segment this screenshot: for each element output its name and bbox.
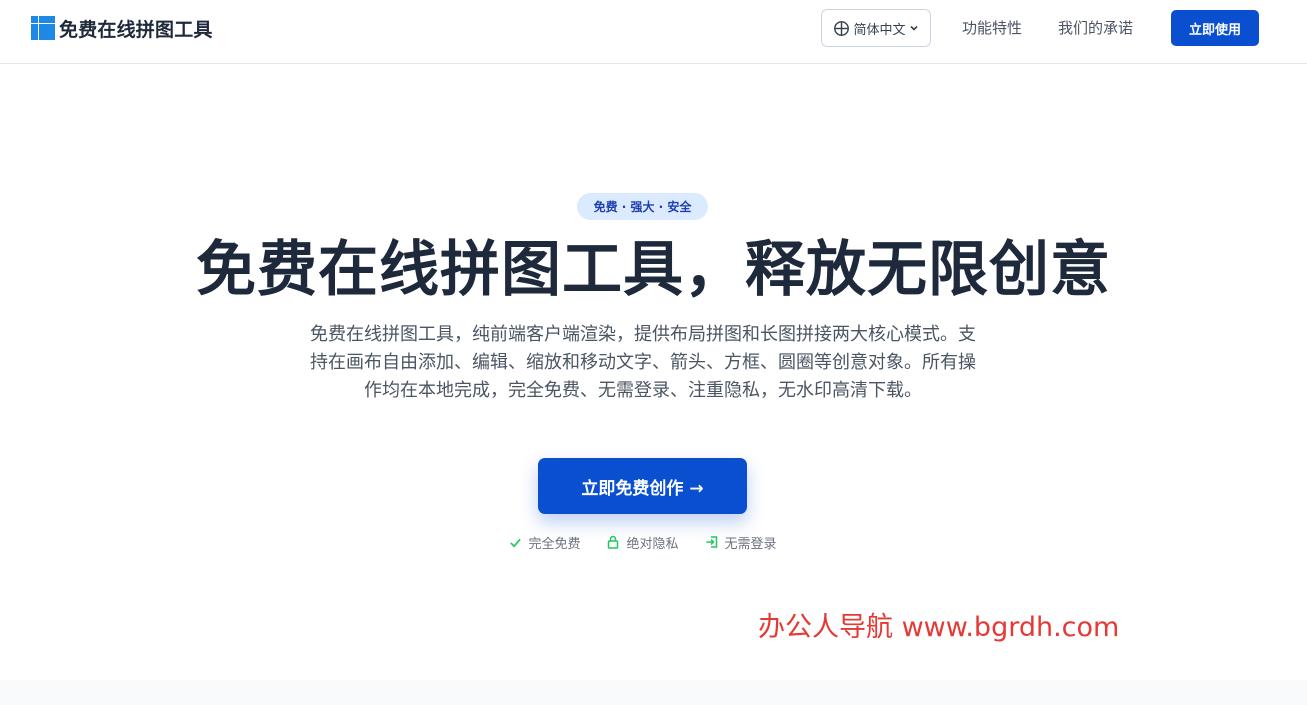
language-label: 简体中文 [853, 22, 906, 38]
feature-label: 完全免费 [528, 536, 581, 552]
next-section-edge [0, 680, 1307, 705]
login-icon [705, 535, 719, 549]
check-icon [509, 536, 522, 549]
chevron-down-icon [909, 23, 919, 33]
site-header: 免费在线拼图工具 简体中文 功能特性 我们的承诺 立即使用 [0, 0, 1307, 64]
hero-description: 免费在线拼图工具，纯前端客户端渲染，提供布局拼图和长图拼接两大核心模式。支持在画… [310, 324, 976, 401]
nav-features-link[interactable]: 功能特性 [962, 18, 1022, 38]
lock-icon [606, 535, 620, 549]
language-select[interactable]: 简体中文 [821, 9, 931, 47]
hero-title: 免费在线拼图工具，释放无限创意 [196, 235, 1111, 305]
nav-promise-link[interactable]: 我们的承诺 [1058, 18, 1133, 38]
feature-label: 无需登录 [724, 536, 777, 552]
feature-item: 绝对隐私 [606, 531, 679, 553]
feature-label: 绝对隐私 [626, 536, 679, 552]
use-now-button[interactable]: 立即使用 [1171, 10, 1259, 46]
brand[interactable]: 免费在线拼图工具 [31, 15, 213, 41]
start-creating-button[interactable]: 立即免费创作 → [538, 458, 747, 514]
globe-icon [833, 20, 850, 37]
grid-logo-icon [31, 16, 55, 40]
feature-highlights: 完全免费 绝对隐私 无需登录 [0, 531, 1286, 553]
feature-item: 无需登录 [705, 531, 777, 553]
feature-item: 完全免费 [509, 531, 580, 553]
watermark-text: 办公人导航 www.bgrdh.com [758, 612, 1120, 643]
brand-name: 免费在线拼图工具 [59, 18, 213, 41]
hero-badge: 免费 · 强大 · 安全 [577, 193, 708, 220]
